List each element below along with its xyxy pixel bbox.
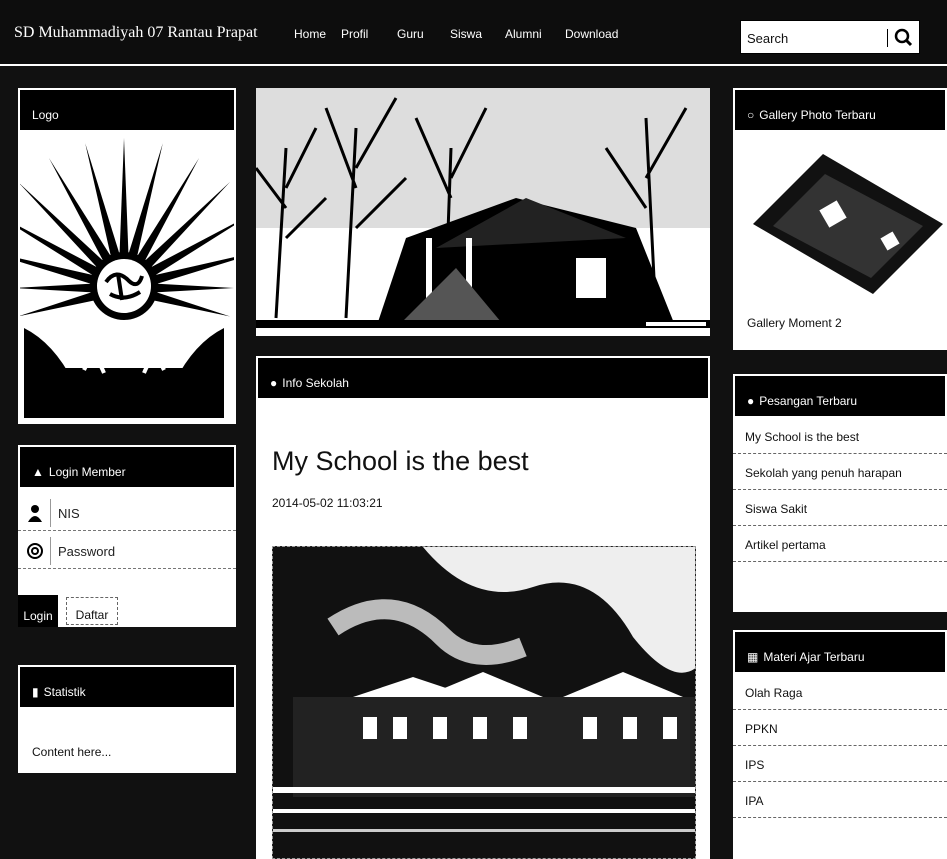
statistik-panel-header: ▮ Statistik bbox=[18, 665, 236, 709]
list-item[interactable]: Sekolah yang penuh harapan bbox=[733, 454, 947, 490]
nav-item-home[interactable]: Home bbox=[294, 27, 341, 41]
circle-icon: ○ bbox=[747, 108, 755, 122]
post-title[interactable]: My School is the best bbox=[272, 446, 529, 477]
nav-item-alumni[interactable]: Alumni bbox=[505, 27, 565, 41]
search-box bbox=[740, 20, 920, 54]
logo-panel: Logo bbox=[18, 88, 236, 424]
search-button[interactable] bbox=[891, 25, 917, 51]
gallery-panel-title: Gallery Photo Terbaru bbox=[759, 108, 876, 122]
field-divider bbox=[50, 537, 51, 565]
password-row bbox=[18, 533, 236, 569]
list-item[interactable]: IPS bbox=[733, 746, 947, 782]
nav-item-profil[interactable]: Profil bbox=[341, 27, 397, 41]
materi-ajar-panel: ▦ Materi Ajar Terbaru Olah Raga PPKN IPS … bbox=[733, 630, 947, 859]
gallery-panel-header: ○ Gallery Photo Terbaru bbox=[733, 88, 947, 132]
at-sign-icon bbox=[27, 543, 43, 559]
pesangan-panel-title: Pesangan Terbaru bbox=[759, 394, 858, 408]
nav-item-siswa[interactable]: Siswa bbox=[450, 27, 505, 41]
search-icon bbox=[894, 28, 913, 47]
statistik-content: Content here... bbox=[32, 745, 112, 759]
logo-panel-title: Logo bbox=[32, 108, 59, 122]
book-icon: ▦ bbox=[747, 650, 759, 664]
user-icon: ▲ bbox=[32, 465, 44, 479]
nis-input[interactable] bbox=[58, 503, 228, 523]
list-item[interactable]: PPKN bbox=[733, 710, 947, 746]
gallery-caption[interactable]: Gallery Moment 2 bbox=[747, 316, 842, 330]
list-item[interactable]: My School is the best bbox=[733, 418, 947, 454]
pesangan-panel-header: ● Pesangan Terbaru bbox=[733, 374, 947, 418]
password-input[interactable] bbox=[58, 541, 228, 561]
materi-panel-header: ▦ Materi Ajar Terbaru bbox=[733, 630, 947, 674]
login-button[interactable]: Login bbox=[18, 595, 58, 627]
search-input[interactable] bbox=[747, 28, 877, 48]
materi-panel-title: Materi Ajar Terbaru bbox=[763, 650, 865, 664]
site-brand[interactable]: SD Muhammadiyah 07 Rantau Prapat bbox=[14, 24, 258, 42]
gallery-thumbnail[interactable] bbox=[743, 144, 943, 304]
nis-row bbox=[18, 495, 236, 531]
info-sekolah-panel-title: Info Sekolah bbox=[282, 376, 349, 390]
statistik-panel: ▮ Statistik Content here... bbox=[18, 665, 236, 773]
circle-icon: ● bbox=[270, 376, 278, 390]
info-sekolah-panel: ● Info Sekolah My School is the best 2014… bbox=[256, 356, 710, 859]
list-item[interactable]: IPA bbox=[733, 782, 947, 818]
main-nav: Home Profil Guru Siswa Alumni Download bbox=[294, 27, 645, 41]
logo-panel-header: Logo bbox=[18, 88, 236, 132]
login-panel-header: ▲ Login Member bbox=[18, 445, 236, 489]
top-navbar: SD Muhammadiyah 07 Rantau Prapat Home Pr… bbox=[0, 0, 947, 66]
bar-chart-icon: ▮ bbox=[32, 685, 39, 699]
school-building-photo bbox=[273, 547, 695, 858]
list-item[interactable]: Siswa Sakit bbox=[733, 490, 947, 526]
muhammadiyah-logo-icon bbox=[20, 138, 234, 420]
circle-icon: ● bbox=[747, 394, 755, 408]
post-date: 2014-05-02 11:03:21 bbox=[272, 496, 383, 510]
search-divider bbox=[887, 29, 888, 47]
login-panel-title: Login Member bbox=[48, 465, 126, 479]
gallery-panel: ○ Gallery Photo Terbaru Gallery Moment 2 bbox=[733, 88, 947, 350]
statistik-panel-title: Statistik bbox=[43, 685, 86, 699]
hero-slider-image[interactable] bbox=[256, 88, 710, 336]
field-divider bbox=[50, 499, 51, 527]
info-sekolah-panel-header: ● Info Sekolah bbox=[256, 356, 710, 400]
login-panel: ▲ Login Member Login Daftar bbox=[18, 445, 236, 627]
nav-item-guru[interactable]: Guru bbox=[397, 27, 450, 41]
list-item[interactable]: Artikel pertama bbox=[733, 526, 947, 562]
pesangan-terbaru-panel: ● Pesangan Terbaru My School is the best … bbox=[733, 374, 947, 612]
user-icon bbox=[28, 505, 42, 522]
nav-item-download[interactable]: Download bbox=[565, 27, 645, 41]
list-item[interactable]: Olah Raga bbox=[733, 674, 947, 710]
daftar-button[interactable]: Daftar bbox=[66, 597, 118, 625]
school-building-photo bbox=[256, 88, 710, 336]
post-image[interactable] bbox=[272, 546, 696, 859]
